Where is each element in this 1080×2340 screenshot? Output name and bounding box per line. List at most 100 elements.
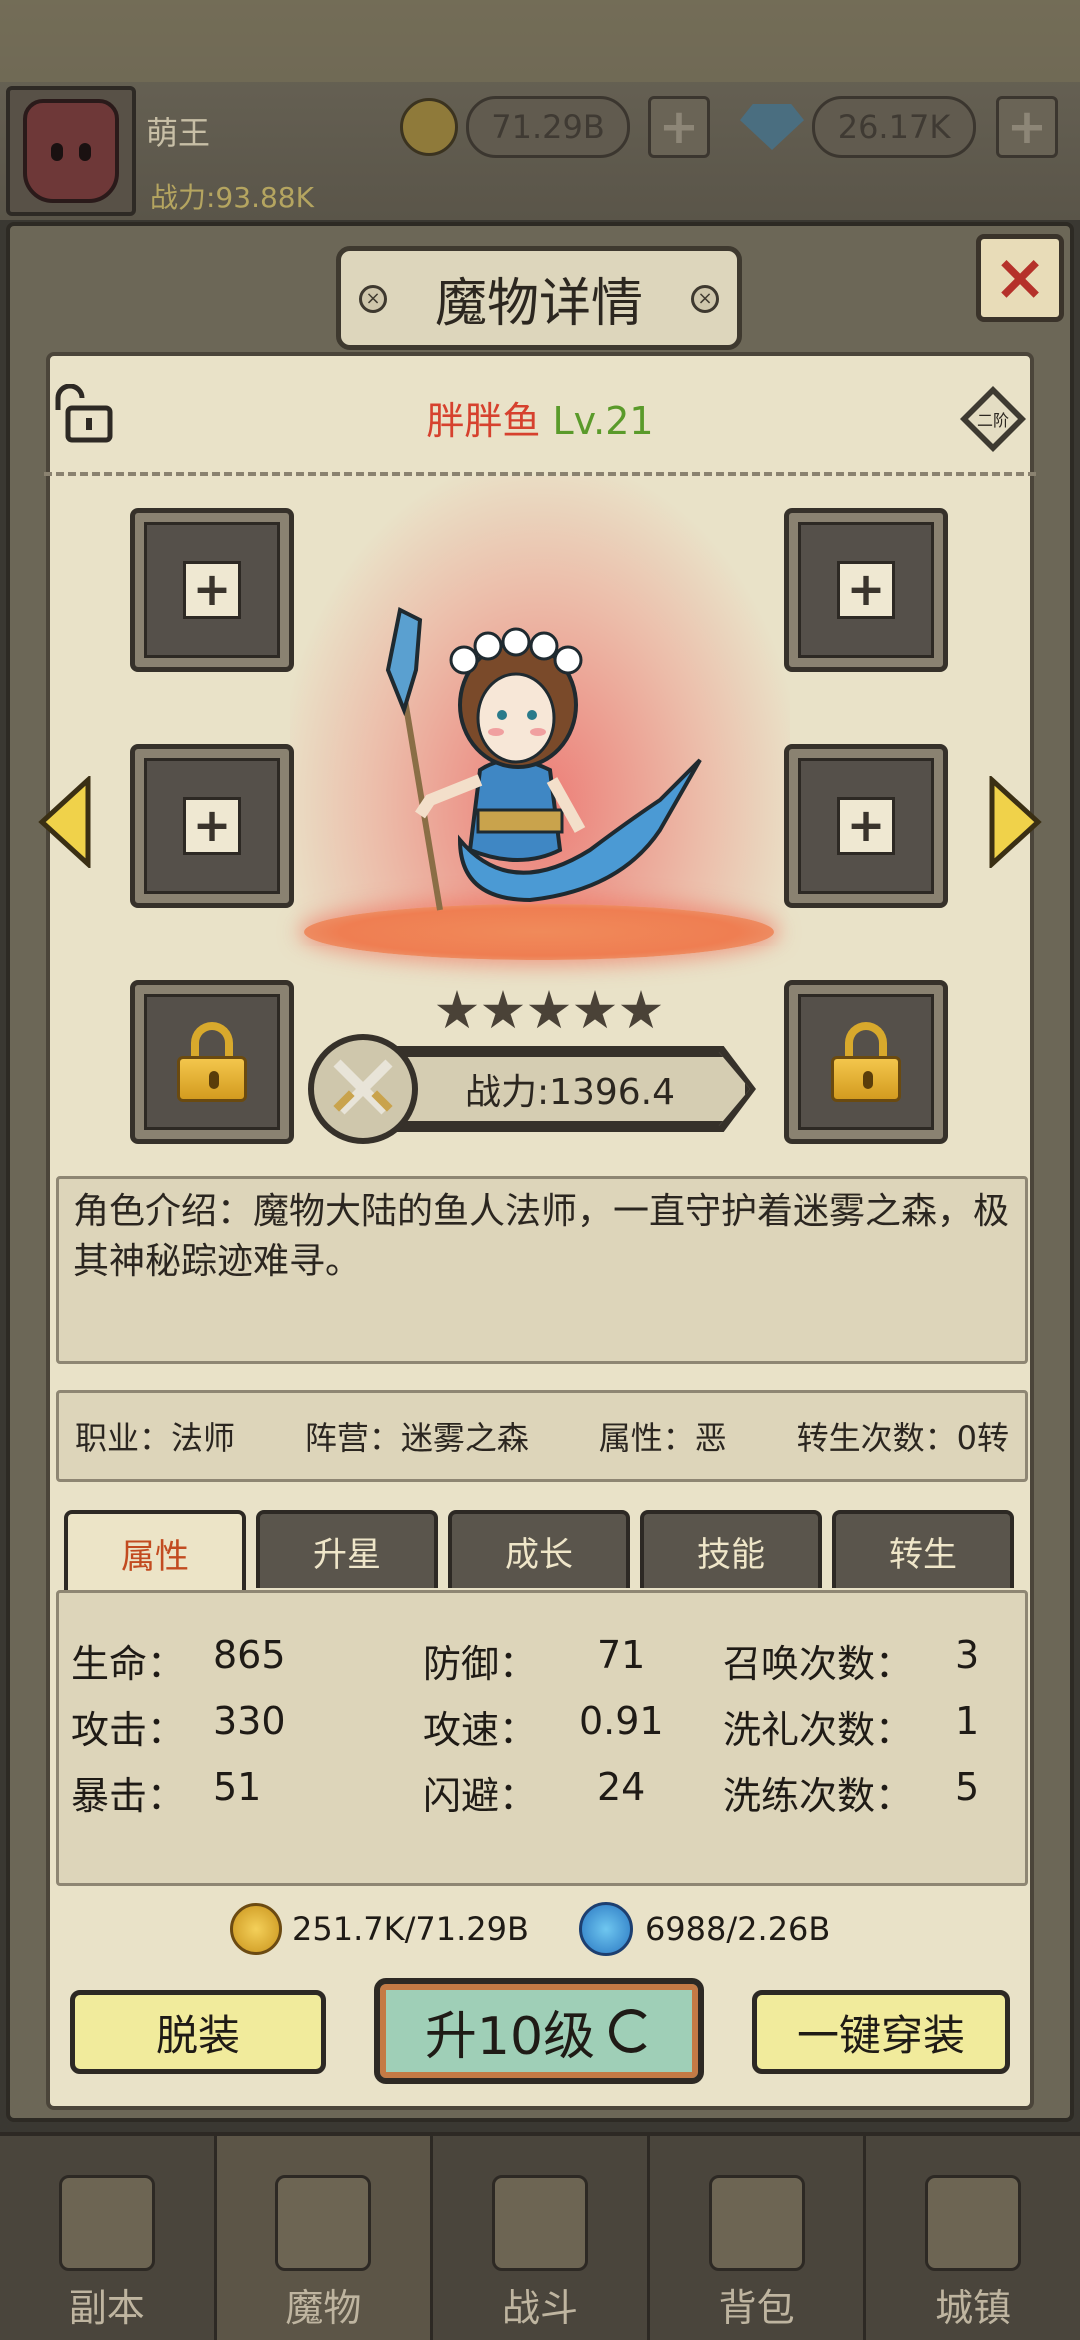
backpack-icon [708,2175,805,2271]
next-arrow-icon[interactable] [988,776,1042,868]
nav-label: 魔物 [285,2286,362,2330]
shop-icon [925,2175,1022,2271]
nav-dungeon[interactable]: 副本 [0,2136,217,2340]
character-power: 战力:1396.4 [464,1072,676,1113]
soul-orb-icon [578,1902,633,1956]
dialog-title: 魔物详情 [434,273,643,334]
add-gold-button[interactable]: + [648,96,710,158]
equip-slot-4[interactable]: + [784,744,948,908]
detail-tabs: 属性 升星 成长 技能 转生 [64,1510,1014,1592]
character-level: Lv.21 [552,399,654,443]
gold-coin-icon [400,98,458,156]
event-banner [0,0,1080,82]
stat-spd-label: 攻速： [423,1708,538,1752]
nav-battle[interactable]: 战斗 [433,2136,650,2340]
upgrade-cost: 251.7K/71.29B 6988/2.26B [230,1902,830,1956]
stat-crit-label: 暴击： [71,1774,186,1818]
stat-atk-value: 330 [213,1699,286,1743]
character-name: 胖胖鱼 [426,399,541,443]
crossed-swords-icon [308,1034,418,1144]
nav-label: 战斗 [501,2286,578,2330]
stat-summon-value: 3 [955,1633,980,1677]
tab-skills[interactable]: 技能 [640,1510,822,1588]
faction-info: 阵营：迷雾之森 [304,1419,529,1457]
tab-star-up[interactable]: 升星 [256,1510,438,1588]
stats-panel: 生命： 865 攻击： 330 暴击： 51 防御： 71 攻速： 0.91 闪… [56,1590,1028,1886]
power-bar: 战力:1396.4 [360,1052,750,1126]
star-icon [436,990,478,1029]
tab-rebirth[interactable]: 转生 [832,1510,1014,1588]
close-icon: × [993,241,1047,315]
rebirth-info: 转生次数：0转 [796,1419,1009,1457]
star-icon [574,990,616,1029]
stat-hp-value: 865 [213,1633,286,1677]
gold-coin-icon [230,1903,282,1955]
prev-arrow-icon[interactable] [38,776,92,868]
add-gem-button[interactable]: + [996,96,1058,158]
avatar-face-icon [23,99,119,203]
rivet-icon: × [691,285,719,313]
star-icon [482,990,524,1029]
padlock-icon [831,1022,901,1102]
stat-refine-label: 洗练次数： [723,1774,914,1818]
nav-label: 背包 [718,2286,795,2330]
add-equip-icon: + [183,561,241,619]
equip-all-button[interactable]: 一键穿装 [752,1990,1010,2074]
add-equip-icon: + [183,797,241,855]
stat-crit-value: 51 [213,1765,262,1809]
stat-summon-label: 召唤次数： [723,1642,914,1686]
locked-slot-1[interactable] [130,980,294,1144]
add-equip-icon: + [837,561,895,619]
star-icon [620,990,662,1029]
star-icon [528,990,570,1029]
character-description: 角色介绍：魔物大陆的鱼人法师，一直守护着迷雾之森，极其神秘踪迹难寻。 [56,1176,1028,1364]
gold-amount: 71.29B [466,96,630,158]
upgrade-label: 升10级 [424,2006,596,2067]
locked-slot-2[interactable] [784,980,948,1144]
job-info: 职业：法师 [75,1419,236,1457]
tab-growth[interactable]: 成长 [448,1510,630,1588]
mermaid-mage-character[interactable] [360,600,720,920]
rivet-icon: × [359,285,387,313]
stat-hp-label: 生命： [71,1642,186,1686]
player-avatar[interactable] [6,86,136,216]
stat-baptism-value: 1 [955,1699,980,1743]
player-power: 战力:93.88K [150,181,314,214]
refresh-icon [609,2009,654,2053]
star-rating [436,990,662,1032]
stat-def-label: 防御： [423,1642,538,1686]
nav-label: 副本 [68,2286,145,2330]
dialog-title-plate: × 魔物详情 × [336,246,742,350]
close-button[interactable]: × [976,234,1064,322]
helmet-icon [275,2175,372,2271]
add-equip-icon: + [837,797,895,855]
stat-atk-label: 攻击： [71,1708,186,1752]
character-info: 职业：法师 阵营：迷雾之森 属性：恶 转生次数：0转 [56,1390,1028,1482]
stat-dodge-value: 24 [597,1765,646,1809]
nav-label: 城镇 [935,2286,1012,2330]
stat-spd-value: 0.91 [579,1699,664,1743]
padlock-icon [177,1022,247,1102]
equip-slot-3[interactable]: + [130,744,294,908]
character-header: 胖胖鱼 Lv.21 [0,390,1080,445]
map-icon [58,2175,155,2271]
gold-cost: 251.7K/71.29B [292,1910,529,1948]
stat-refine-value: 5 [955,1765,980,1809]
tab-attributes[interactable]: 属性 [64,1510,246,1592]
stat-dodge-label: 闪避： [423,1774,538,1818]
unequip-button[interactable]: 脱装 [70,1990,326,2074]
attribute-info: 属性：恶 [598,1419,727,1457]
crossed-swords-icon [491,2175,588,2271]
equip-slot-1[interactable]: + [130,508,294,672]
equip-slot-2[interactable]: + [784,508,948,672]
nav-backpack[interactable]: 背包 [650,2136,867,2340]
gem-amount: 26.17K [812,96,976,158]
stat-def-value: 71 [597,1633,646,1677]
nav-town[interactable]: 城镇 [866,2136,1080,2340]
bottom-nav: 副本 魔物 战斗 背包 城镇 [0,2132,1080,2340]
stat-baptism-label: 洗礼次数： [723,1708,914,1752]
player-name: 萌王 [146,114,211,152]
soul-cost: 6988/2.26B [644,1910,831,1948]
nav-monster[interactable]: 魔物 [216,2136,434,2340]
upgrade-10-button[interactable]: 升10级 [374,1978,704,2084]
